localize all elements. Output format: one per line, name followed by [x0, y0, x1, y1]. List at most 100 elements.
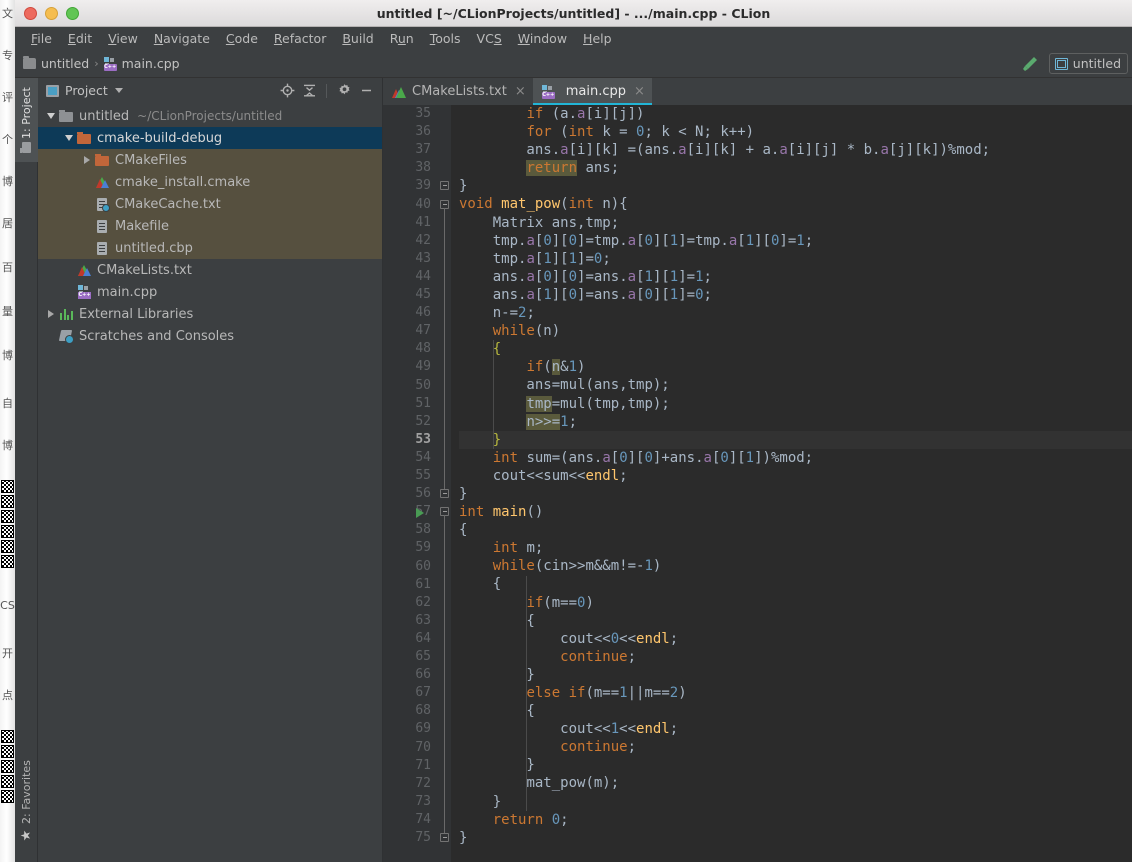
code-line[interactable]: if(m==0) — [459, 594, 1132, 612]
code-line[interactable]: int main() — [459, 503, 1132, 521]
code-line[interactable]: Matrix ans,tmp; — [459, 214, 1132, 232]
code-line[interactable]: ans.a[0][0]=ans.a[1][1]=1; — [459, 268, 1132, 286]
code-line[interactable]: while(n) — [459, 322, 1132, 340]
hammer-icon[interactable] — [1020, 54, 1040, 74]
code-line[interactable]: tmp=mul(tmp,tmp); — [459, 395, 1132, 413]
menu-vcs[interactable]: VCS — [469, 31, 510, 46]
locate-target-icon[interactable] — [277, 81, 297, 101]
code-line[interactable]: for (int k = 0; k < N; k++) — [459, 123, 1132, 141]
code-line[interactable]: n-=2; — [459, 304, 1132, 322]
code-line[interactable]: continue; — [459, 738, 1132, 756]
menu-file[interactable]: File — [23, 31, 60, 46]
background-browser-window[interactable]: 文专评个博居百量博自博 CS 开点 — [0, 0, 15, 862]
code-line[interactable]: continue; — [459, 648, 1132, 666]
code-line[interactable]: cout<<1<<endl; — [459, 720, 1132, 738]
minimize-icon[interactable] — [356, 81, 376, 101]
background-text: 自 — [2, 397, 13, 410]
code-line[interactable]: tmp.a[1][1]=0; — [459, 250, 1132, 268]
code-line[interactable]: { — [459, 612, 1132, 630]
run-configuration-selector[interactable]: untitled — [1048, 53, 1128, 74]
code-line[interactable]: } — [459, 666, 1132, 684]
code-line[interactable]: mat_pow(m); — [459, 774, 1132, 792]
tree-item-cmake-install-cmake[interactable]: cmake_install.cmake — [38, 171, 382, 193]
code-line[interactable]: return ans; — [459, 159, 1132, 177]
code-line[interactable]: } — [459, 177, 1132, 195]
code-token: { — [459, 576, 502, 593]
code-fold-toggle[interactable] — [440, 833, 449, 842]
run-gutter-icon[interactable] — [416, 508, 424, 519]
chevron-down-icon[interactable] — [62, 135, 76, 141]
tree-item-external-libraries[interactable]: External Libraries — [38, 303, 382, 325]
code-line[interactable]: if (a.a[i][j]) — [459, 105, 1132, 123]
code-line[interactable]: n>>=1; — [459, 413, 1132, 431]
breadcrumb-item-file[interactable]: C++ main.cpp — [103, 56, 180, 71]
toolbar-divider — [326, 83, 327, 98]
code-line[interactable]: void mat_pow(int n){ — [459, 195, 1132, 213]
code-line[interactable]: int m; — [459, 539, 1132, 557]
breadcrumb-item-project[interactable]: untitled — [23, 56, 89, 71]
code-token: ]= — [779, 232, 797, 249]
editor-fold-strip[interactable] — [439, 105, 451, 862]
code-line[interactable]: } — [459, 430, 1132, 449]
code-line[interactable]: if(n&1) — [459, 358, 1132, 376]
menu-refactor[interactable]: Refactor — [266, 31, 334, 46]
tree-item-cmakecache-txt[interactable]: CMakeCache.txt — [38, 193, 382, 215]
code-line[interactable]: { — [459, 340, 1132, 358]
tree-item-cmakefiles[interactable]: CMakeFiles — [38, 149, 382, 171]
code-line[interactable]: cout<<sum<<endl; — [459, 467, 1132, 485]
menu-view[interactable]: View — [100, 31, 146, 46]
menu-help[interactable]: Help — [575, 31, 620, 46]
tree-item-untitled[interactable]: untitled ~/CLionProjects/untitled — [38, 105, 382, 127]
tab-maincpp-close-icon[interactable]: × — [634, 84, 645, 99]
code-line[interactable]: { — [459, 575, 1132, 593]
chevron-right-icon[interactable] — [80, 156, 94, 164]
sidebar-tab-project[interactable]: 1: Project — [15, 78, 38, 162]
tree-item-main-cpp[interactable]: C++ main.cpp — [38, 281, 382, 303]
project-file-tree[interactable]: untitled ~/CLionProjects/untitled cmake-bu… — [38, 103, 382, 862]
editor-gutter[interactable]: 35 36 37 38 39 40 41 42 43 44 45 46 47 48 49 50 51 52 53 54… — [383, 105, 439, 862]
code-line[interactable]: } — [459, 829, 1132, 847]
code-line[interactable]: int sum=(ans.a[0][0]+ans.a[0][1])%mod; — [459, 449, 1132, 467]
menu-edit[interactable]: Edit — [60, 31, 100, 46]
code-line[interactable]: } — [459, 793, 1132, 811]
line-number: 53 — [415, 431, 431, 447]
code-text-area[interactable]: if (a.a[i][j]) for (int k = 0; k < N; k+… — [451, 105, 1132, 862]
collapse-all-icon[interactable] — [299, 81, 319, 101]
code-line[interactable]: ans=mul(ans,tmp); — [459, 376, 1132, 394]
menu-tools[interactable]: Tools — [422, 31, 469, 46]
code-token: k = — [593, 124, 637, 141]
chevron-down-icon[interactable] — [114, 88, 123, 93]
code-line[interactable]: ans.a[i][k] =(ans.a[i][k] + a.a[i][j] * … — [459, 141, 1132, 159]
code-line[interactable]: { — [459, 702, 1132, 720]
chevron-down-icon[interactable] — [44, 113, 58, 119]
code-token: a — [602, 449, 611, 466]
tree-item-scratches-and-consoles[interactable]: Scratches and Consoles — [38, 325, 382, 347]
menu-run[interactable]: Run — [382, 31, 422, 46]
gear-icon[interactable] — [334, 81, 354, 101]
code-line[interactable]: } — [459, 756, 1132, 774]
sidebar-tab-favorites[interactable]: ★ 2: Favorites — [15, 748, 38, 856]
code-fold-toggle[interactable] — [440, 181, 449, 191]
tab-maincpp[interactable]: C++ main.cpp × — [532, 78, 653, 105]
code-line[interactable]: else if(m==1||m==2) — [459, 684, 1132, 702]
tree-item-cmake-build-debug[interactable]: cmake-build-debug — [38, 127, 382, 149]
code-editor-scroll[interactable]: 35 36 37 38 39 40 41 42 43 44 45 46 47 48 49 50 51 52 53 54… — [383, 105, 1132, 862]
code-line[interactable]: } — [459, 485, 1132, 503]
code-line[interactable]: while(cin>>m&&m!=-1) — [459, 557, 1132, 575]
menu-build[interactable]: Build — [334, 31, 381, 46]
tab-cmakelists-close-icon[interactable]: × — [515, 84, 526, 99]
code-line[interactable]: tmp.a[0][0]=tmp.a[0][1]=tmp.a[1][0]=1; — [459, 232, 1132, 250]
menu-window[interactable]: Window — [510, 31, 575, 46]
tree-item-makefile[interactable]: Makefile — [38, 215, 382, 237]
tree-item-untitled-cbp[interactable]: untitled.cbp — [38, 237, 382, 259]
tab-cmakelists[interactable]: CMakeLists.txt × — [383, 78, 533, 105]
code-line[interactable]: return 0; — [459, 811, 1132, 829]
code-line[interactable]: ans.a[1][0]=ans.a[0][1]=0; — [459, 286, 1132, 304]
code-line[interactable]: cout<<0<<endl; — [459, 630, 1132, 648]
code-fold-toggle[interactable] — [440, 489, 449, 499]
chevron-right-icon[interactable] — [44, 310, 58, 318]
code-line[interactable]: { — [459, 521, 1132, 539]
menu-code[interactable]: Code — [218, 31, 266, 46]
tree-item-cmakelists-txt[interactable]: CMakeLists.txt — [38, 259, 382, 281]
menu-navigate[interactable]: Navigate — [146, 31, 218, 46]
